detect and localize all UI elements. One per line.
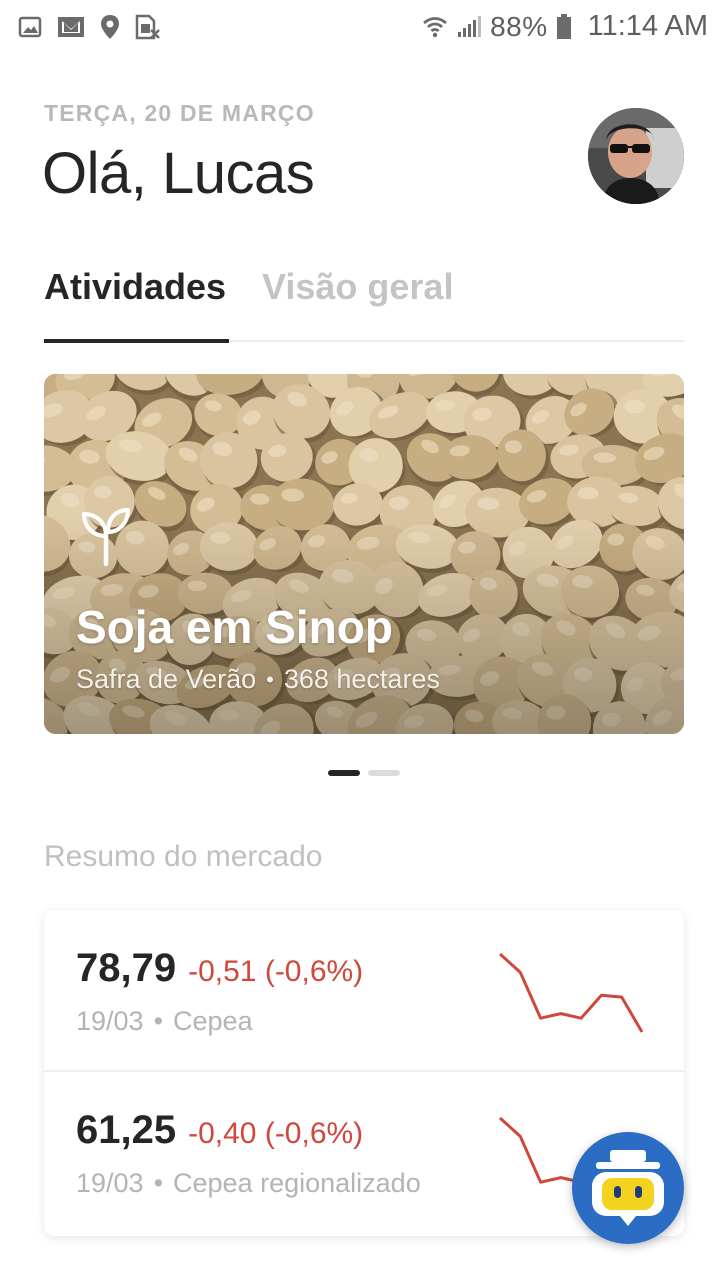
avatar-image bbox=[588, 108, 684, 204]
price-value: 78,79 bbox=[76, 946, 177, 990]
separator-dot: • bbox=[153, 1168, 164, 1198]
price-meta: 19/03 • Cepea bbox=[76, 1006, 253, 1037]
price-date: 19/03 bbox=[76, 1168, 144, 1198]
price-line: 61,25 -0,40 (-0,6%) bbox=[76, 1108, 363, 1153]
mail-icon bbox=[58, 17, 84, 37]
separator-dot: • bbox=[266, 666, 274, 692]
trend-sparkline bbox=[498, 952, 644, 1033]
carousel-pager bbox=[328, 770, 400, 776]
robot-icon bbox=[592, 1150, 664, 1226]
area-label: 368 hectares bbox=[283, 664, 440, 694]
image-icon bbox=[18, 16, 42, 38]
pager-dot-2[interactable] bbox=[368, 770, 400, 776]
avatar[interactable] bbox=[588, 108, 684, 204]
clock: 11:14 AM bbox=[587, 10, 708, 42]
price-value: 61,25 bbox=[76, 1108, 177, 1152]
crop-card[interactable]: Soja em Sinop Safra de Verão • 368 hecta… bbox=[44, 374, 684, 734]
status-bar: 88% 11:14 AM bbox=[0, 0, 722, 60]
system-indicators: 88% 11:14 AM bbox=[422, 10, 708, 43]
price-meta: 19/03 • Cepea regionalizado bbox=[76, 1168, 421, 1199]
market-row[interactable]: 78,79 -0,51 (-0,6%) 19/03 • Cepea bbox=[44, 910, 684, 1072]
price-line: 78,79 -0,51 (-0,6%) bbox=[76, 946, 363, 991]
location-icon bbox=[101, 15, 119, 39]
tab-atividades[interactable]: Atividades bbox=[44, 266, 226, 308]
assistant-button[interactable] bbox=[572, 1132, 684, 1244]
tab-visao-geral[interactable]: Visão geral bbox=[262, 266, 453, 308]
active-tab-indicator bbox=[44, 339, 229, 343]
battery-icon bbox=[556, 13, 571, 39]
separator-dot: • bbox=[153, 1006, 164, 1036]
card-subtitle: Safra de Verão • 368 hectares bbox=[76, 664, 440, 695]
notification-icons bbox=[18, 14, 160, 40]
page-title: Olá, Lucas bbox=[42, 141, 315, 206]
tab-bar: Atividades Visão geral bbox=[44, 266, 684, 343]
card-title: Soja em Sinop bbox=[76, 601, 393, 653]
market-section-title: Resumo do mercado bbox=[44, 840, 323, 873]
pager-dot-1[interactable] bbox=[328, 770, 360, 776]
price-change: -0,40 (-0,6%) bbox=[188, 1117, 364, 1150]
sparkline-path bbox=[498, 952, 644, 1033]
date-label: TERÇA, 20 DE MARÇO bbox=[44, 100, 315, 126]
price-change: -0,51 (-0,6%) bbox=[188, 955, 364, 988]
sprout-icon bbox=[82, 508, 130, 566]
battery-percent: 88% bbox=[490, 10, 548, 42]
price-date: 19/03 bbox=[76, 1006, 144, 1036]
signal-icon bbox=[458, 15, 482, 37]
price-source: Cepea bbox=[173, 1006, 253, 1036]
price-source: Cepea regionalizado bbox=[173, 1168, 421, 1198]
wifi-icon bbox=[423, 16, 447, 37]
sim-off-icon bbox=[135, 14, 160, 40]
season-label: Safra de Verão bbox=[76, 664, 257, 694]
